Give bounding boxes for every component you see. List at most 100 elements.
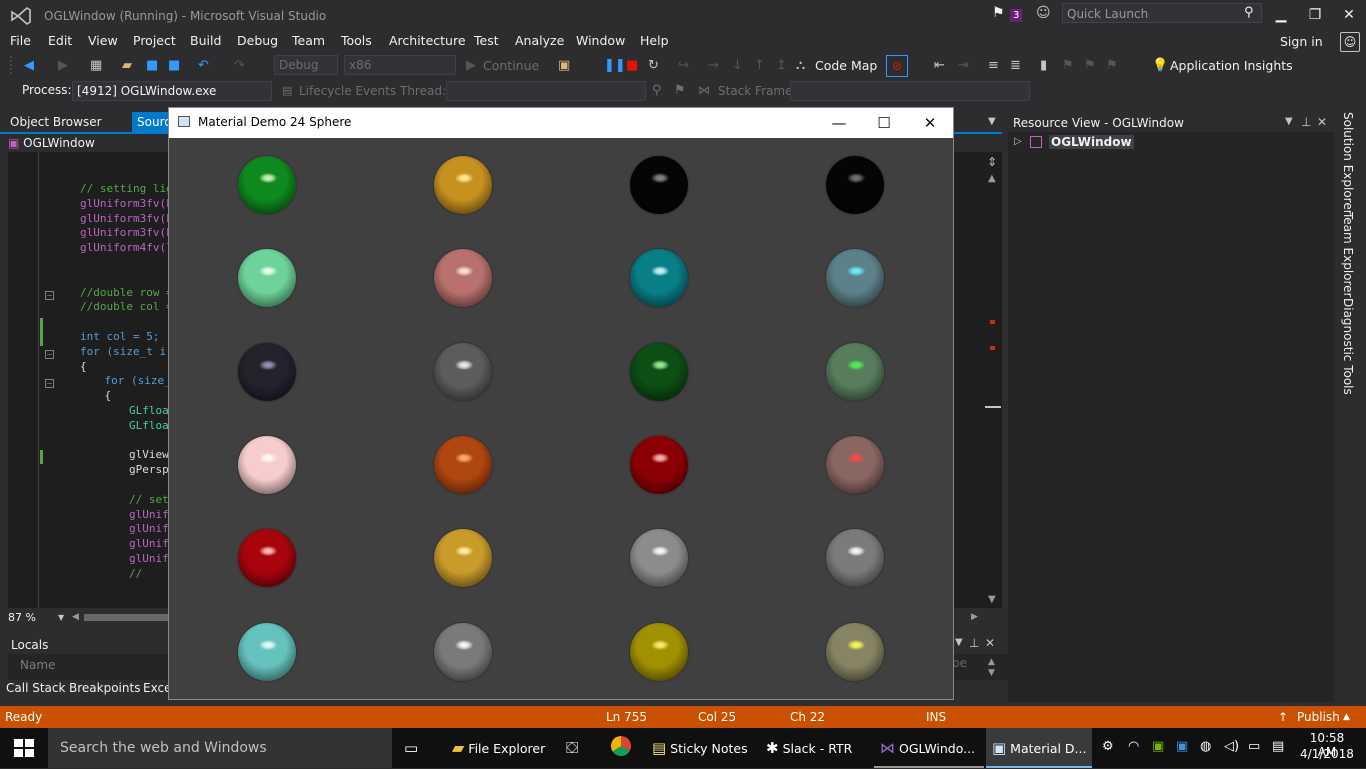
- back-icon[interactable]: ◀: [24, 58, 34, 73]
- stack-frame-dropdown[interactable]: [790, 81, 1030, 101]
- taskbar-visual-studio[interactable]: ⋈ OGLWindo...: [874, 728, 984, 768]
- gl-render-area[interactable]: [169, 138, 953, 699]
- expand-icon[interactable]: ▷: [1014, 136, 1022, 147]
- outdent-icon[interactable]: ⇥: [958, 58, 969, 73]
- taskbar-sticky-notes[interactable]: ▤ Sticky Notes: [646, 728, 756, 768]
- exceptions-toggle-icon[interactable]: ⊘: [886, 55, 908, 77]
- code-map-icon[interactable]: ⛬: [796, 58, 805, 73]
- scroll-down-icon[interactable]: ▼: [988, 594, 996, 605]
- locals-scroll-up-icon[interactable]: ▲: [988, 657, 995, 667]
- resource-view-pin-icon[interactable]: ⊥: [1301, 115, 1311, 129]
- step-out-icon[interactable]: ↑: [754, 58, 765, 73]
- tab-solution-explorer[interactable]: Solution Explorer: [1341, 112, 1355, 215]
- debug-target-icon[interactable]: ▣: [558, 58, 570, 73]
- tab-call-stack[interactable]: Call Stack: [6, 681, 65, 695]
- open-file-icon[interactable]: ▰: [122, 58, 132, 73]
- menu-architecture[interactable]: Architecture: [389, 33, 466, 48]
- collapse-icon[interactable]: −: [45, 379, 54, 388]
- menu-analyze[interactable]: Analyze: [515, 33, 564, 48]
- minimize-button[interactable]: ▁: [1266, 4, 1296, 26]
- gl-maximize-button[interactable]: ☐: [861, 108, 907, 138]
- taskbar-search-input[interactable]: Search the web and Windows: [48, 728, 392, 768]
- toolbar-grip[interactable]: [10, 56, 15, 74]
- account-icon[interactable]: ☺: [1340, 32, 1360, 52]
- step-over-icon[interactable]: ↓: [732, 58, 743, 73]
- action-center-icon[interactable]: ▤: [1272, 739, 1284, 754]
- close-button[interactable]: ✕: [1334, 4, 1364, 26]
- chrome-icon[interactable]: [611, 736, 631, 756]
- menu-team[interactable]: Team: [292, 33, 325, 48]
- application-insights-icon[interactable]: 💡: [1152, 58, 1168, 73]
- network-icon[interactable]: ◍: [1200, 739, 1211, 754]
- wifi-icon[interactable]: ◠: [1128, 739, 1139, 754]
- volume-icon[interactable]: ◁): [1224, 739, 1239, 754]
- gl-close-button[interactable]: ✕: [907, 108, 953, 138]
- restore-button[interactable]: ❐: [1300, 4, 1330, 26]
- undo-icon[interactable]: ↶: [198, 58, 209, 73]
- locals-options-icon[interactable]: ▼: [955, 637, 963, 648]
- menu-edit[interactable]: Edit: [48, 33, 72, 48]
- resource-view-options-icon[interactable]: ▼: [1285, 116, 1293, 127]
- search-icon[interactable]: ⚲: [1244, 5, 1254, 20]
- nvidia-icon[interactable]: ▣: [1152, 739, 1164, 754]
- bluetooth-icon[interactable]: ▣: [1176, 739, 1188, 754]
- gl-window-app-icon[interactable]: [178, 116, 190, 127]
- publish-button[interactable]: Publish: [1297, 710, 1340, 724]
- forward-icon[interactable]: ▶: [58, 58, 68, 73]
- scroll-right-icon[interactable]: ▶: [971, 612, 978, 622]
- pin-icon[interactable]: ⊥: [969, 636, 979, 650]
- thread-dropdown[interactable]: [446, 81, 646, 101]
- locals-name-column[interactable]: Name: [20, 658, 55, 672]
- application-insights-button[interactable]: Application Insights: [1170, 58, 1293, 73]
- split-window-icon[interactable]: ⇕: [987, 155, 997, 169]
- menu-file[interactable]: File: [10, 33, 31, 48]
- menu-window[interactable]: Window: [576, 33, 625, 48]
- save-icon[interactable]: ■: [146, 58, 158, 73]
- comment-icon[interactable]: ≡: [988, 58, 999, 73]
- notifications-flag-icon[interactable]: ⚑: [992, 5, 1005, 21]
- taskbar-slack[interactable]: ✱ Slack - RTR: [760, 728, 870, 768]
- break-all-icon[interactable]: ❚❚: [604, 58, 626, 73]
- menu-build[interactable]: Build: [190, 33, 221, 48]
- tab-breakpoints[interactable]: Breakpoints: [69, 681, 140, 695]
- task-view-icon[interactable]: ▭: [404, 739, 418, 757]
- menu-debug[interactable]: Debug: [237, 33, 278, 48]
- zoom-level[interactable]: 87 %: [8, 611, 36, 624]
- editor-vertical-scrollbar[interactable]: [984, 152, 1002, 608]
- new-project-icon[interactable]: ▦: [90, 58, 102, 73]
- format-icon[interactable]: ⇤: [934, 58, 945, 73]
- menu-test[interactable]: Test: [474, 33, 499, 48]
- tab-object-browser[interactable]: Object Browser: [10, 115, 102, 129]
- redo-icon[interactable]: ↷: [234, 58, 245, 73]
- show-next-statement-icon[interactable]: ↪: [678, 58, 689, 73]
- clear-bookmarks-icon[interactable]: ⚑: [1106, 58, 1118, 73]
- continue-icon[interactable]: ▶: [466, 58, 476, 73]
- uncomment-icon[interactable]: ≣: [1010, 58, 1021, 73]
- stop-debugging-icon[interactable]: ■: [626, 58, 638, 73]
- settings-gear-icon[interactable]: ⚙: [1102, 739, 1114, 754]
- battery-icon[interactable]: ▭: [1248, 739, 1260, 754]
- menu-project[interactable]: Project: [133, 33, 176, 48]
- taskbar-material-demo[interactable]: ▣ Material D...: [986, 728, 1092, 768]
- collapse-icon[interactable]: −: [45, 291, 54, 300]
- platform-dropdown[interactable]: x86: [344, 55, 456, 75]
- clock-date[interactable]: 4/1/2018: [1300, 747, 1354, 761]
- zoom-dropdown-icon[interactable]: ▼: [58, 613, 64, 622]
- scroll-left-icon[interactable]: ◀: [72, 612, 79, 622]
- tab-source[interactable]: Source: [132, 112, 172, 132]
- horizontal-scrollbar-thumb[interactable]: [84, 614, 170, 621]
- quick-launch-input[interactable]: Quick Launch: [1062, 3, 1262, 23]
- save-all-icon[interactable]: ■: [168, 58, 180, 73]
- filter-icon[interactable]: ⚲: [652, 83, 662, 98]
- feedback-icon[interactable]: ☺: [1036, 5, 1051, 21]
- taskbar-file-explorer[interactable]: ▰ File Explorer: [446, 728, 548, 768]
- step-back-icon[interactable]: ↥: [776, 58, 787, 73]
- tab-overflow-icon[interactable]: ▼: [988, 116, 996, 127]
- menu-help[interactable]: Help: [640, 33, 669, 48]
- menu-tools[interactable]: Tools: [341, 33, 372, 48]
- process-dropdown[interactable]: [4912] OGLWindow.exe: [72, 81, 272, 101]
- restart-icon[interactable]: ↻: [648, 58, 659, 73]
- tab-team-explorer[interactable]: Team Explorer: [1341, 212, 1355, 298]
- sign-in-link[interactable]: Sign in: [1280, 34, 1323, 49]
- lifecycle-events-dropdown[interactable]: Lifecycle Events: [299, 84, 396, 98]
